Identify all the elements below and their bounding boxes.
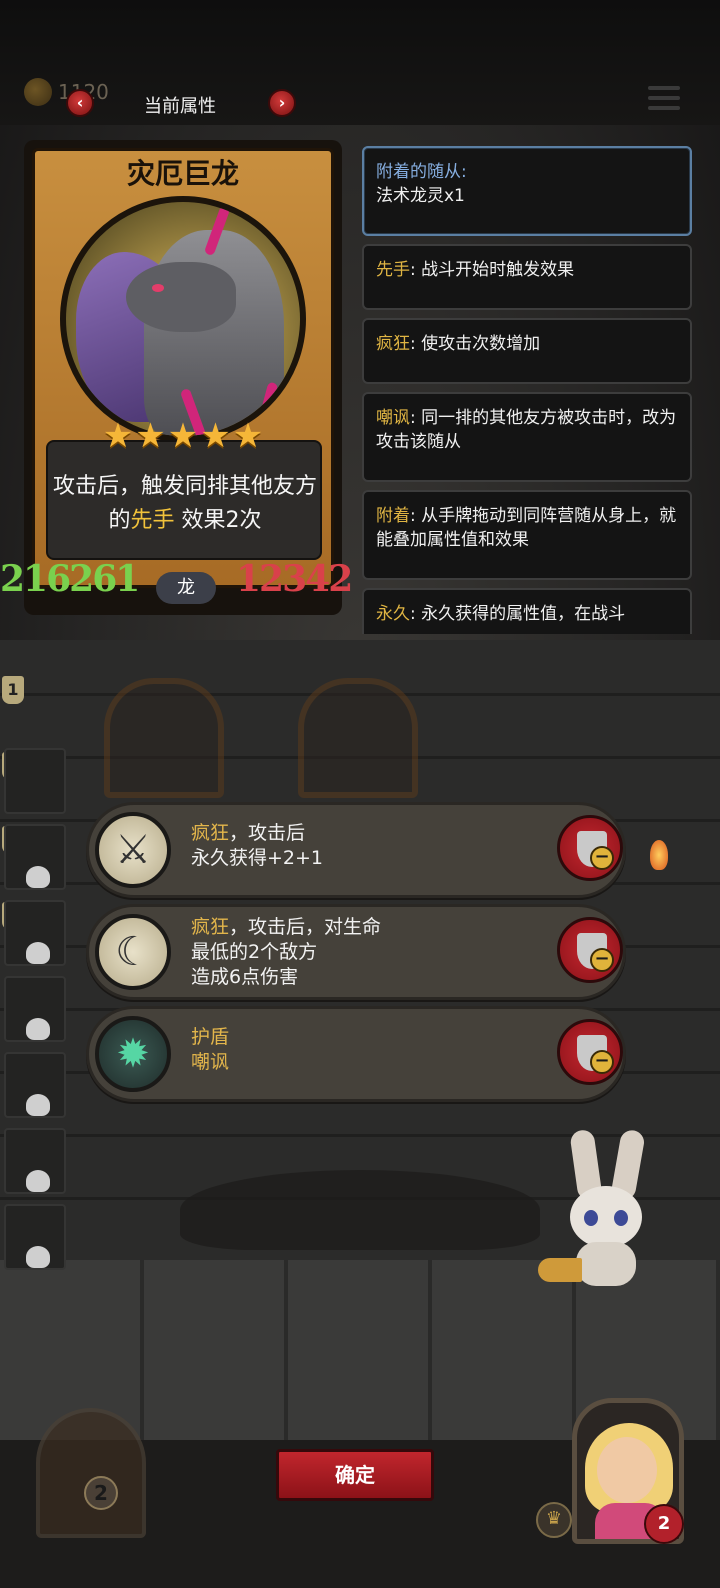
- keyword-text: : 使攻击次数增加: [410, 334, 541, 354]
- health-value: 12342: [236, 558, 353, 600]
- bunny-body: [576, 1242, 636, 1286]
- effect-keyword: 疯狂: [191, 916, 230, 938]
- next-arrow-button[interactable]: ›: [268, 89, 296, 117]
- keyword-attached-minion: 附着的随从: 法术龙灵x1: [362, 146, 692, 236]
- star-icon: ★: [200, 416, 231, 456]
- keyword-title: 疯狂: [376, 334, 410, 354]
- crown-icon[interactable]: ♛: [536, 1502, 572, 1538]
- keyword-title: 附着的随从:: [376, 162, 467, 182]
- bat-emblem: [180, 1170, 540, 1250]
- keyword-attach: 附着: 从手牌拖动到同阵营随从身上，就能叠加属性值和效果: [362, 490, 692, 580]
- skull-icon: [26, 942, 50, 964]
- shield-creature-icon: ✹: [95, 1016, 171, 1092]
- minus-icon: −: [590, 1050, 614, 1074]
- desc-suffix: 效果2次: [181, 508, 262, 533]
- effect-line1: ，攻击后: [229, 822, 306, 844]
- page-title: 当前属性: [144, 96, 216, 117]
- effect-line2: 嘲讽: [191, 1051, 230, 1073]
- top-bar: [0, 0, 720, 125]
- minion-type-label: 龙: [156, 572, 216, 604]
- keyword-text: : 同一排的其他友方被攻击时，改为攻击该随从: [376, 408, 677, 452]
- star-rating: ★★★★★: [74, 416, 292, 456]
- effect-line2: 永久获得+2+1: [191, 847, 324, 869]
- side-minion-slot[interactable]: [4, 1204, 66, 1270]
- skull-icon: [26, 866, 50, 888]
- dragon-eye: [152, 284, 164, 292]
- effect-line3: 造成6点伤害: [191, 966, 299, 988]
- effect-keyword: 疯狂: [191, 822, 230, 844]
- skull-icon: [26, 1170, 50, 1192]
- remove-effect-button[interactable]: −: [557, 815, 623, 881]
- hero-heart-badge: 2: [644, 1504, 684, 1544]
- keyword-list[interactable]: 附着的随从: 法术龙灵x1 先手: 战斗开始时触发效果 疯狂: 使攻击次数增加 …: [362, 146, 692, 634]
- keyword-text: 法术龙灵x1: [376, 186, 465, 206]
- effect-row: ⚔ 疯狂，攻击后 永久获得+2+1 −: [86, 802, 626, 898]
- bunny-eye: [614, 1210, 628, 1226]
- board-minion-slot[interactable]: [298, 678, 418, 798]
- bunny-head: [570, 1186, 642, 1248]
- trumpet-icon: [538, 1258, 582, 1282]
- effect-text: 疯狂，攻击后，对生命 最低的2个敌方 造成6点伤害: [191, 915, 381, 990]
- star-icon: ★: [232, 416, 264, 456]
- keyword-title: 附着: [376, 506, 410, 526]
- keyword-title: 永久: [376, 604, 410, 624]
- dragon-portrait: [60, 196, 306, 442]
- effect-row: ✹ 护盾 嘲讽 −: [86, 1006, 626, 1102]
- side-minion-slot[interactable]: [4, 1052, 66, 1118]
- gold-coin-icon: [24, 78, 52, 106]
- row-badge: 1: [2, 676, 24, 704]
- hero-face: [597, 1437, 657, 1503]
- attack-value: 216261: [0, 558, 140, 600]
- effect-text: 护盾 嘲讽: [191, 1025, 229, 1075]
- skull-icon: [26, 1018, 50, 1040]
- card-name: 灾厄巨龙: [126, 157, 239, 190]
- effect-line1: ，攻击后，对生命: [229, 916, 382, 938]
- keyword-permanent: 永久: 永久获得的属性值，在战斗: [362, 588, 692, 634]
- keyword-text: : 战斗开始时触发效果: [410, 260, 575, 280]
- keyword-title: 嘲讽: [376, 408, 410, 428]
- bunny-eye: [584, 1210, 598, 1226]
- scythe-icon: ☾: [95, 914, 171, 990]
- menu-icon[interactable]: [648, 86, 680, 112]
- prev-arrow-button[interactable]: ‹: [66, 89, 94, 117]
- keyword-text: : 从手牌拖动到同阵营随从身上，就能叠加属性值和效果: [376, 506, 677, 550]
- side-minion-slot[interactable]: [4, 900, 66, 966]
- minion-card: 灾厄巨龙 ★★★★★ 攻击后，触发同排其他友方的先手 效果2次 龙: [24, 140, 342, 615]
- keyword-frenzy: 疯狂: 使攻击次数增加: [362, 318, 692, 384]
- side-minion-slot[interactable]: [4, 824, 66, 890]
- star-icon: ★: [102, 416, 134, 456]
- side-minion-slot[interactable]: [4, 976, 66, 1042]
- gate-count-badge: 2: [84, 1476, 118, 1510]
- torch-flame-icon: [650, 840, 668, 870]
- dragon-head: [126, 262, 236, 332]
- effect-text: 疯狂，攻击后 永久获得+2+1: [191, 821, 323, 871]
- minus-icon: −: [590, 948, 614, 972]
- dungeon-gate[interactable]: [36, 1408, 146, 1538]
- skull-icon: [26, 1246, 50, 1268]
- effect-row: ☾ 疯狂，攻击后，对生命 最低的2个敌方 造成6点伤害 −: [86, 904, 626, 1000]
- skull-icon: [26, 1094, 50, 1116]
- effect-keyword: 护盾: [191, 1026, 230, 1048]
- keyword-taunt: 嘲讽: 同一排的其他友方被攻击时，改为攻击该随从: [362, 392, 692, 482]
- board-minion-slot[interactable]: [104, 678, 224, 798]
- keyword-text: : 永久获得的属性值，在战斗: [410, 604, 626, 624]
- star-icon: ★: [135, 416, 166, 456]
- remove-effect-button[interactable]: −: [557, 917, 623, 983]
- side-minion-slot[interactable]: [4, 748, 66, 814]
- card-description: 攻击后，触发同排其他友方的先手 效果2次: [50, 470, 320, 538]
- keyword-title: 先手: [376, 260, 410, 280]
- remove-effect-button[interactable]: −: [557, 1019, 623, 1085]
- desc-keyword: 先手: [130, 508, 175, 533]
- minus-icon: −: [590, 846, 614, 870]
- side-minion-slot[interactable]: [4, 1128, 66, 1194]
- star-icon: ★: [167, 416, 199, 456]
- crossed-swords-icon: ⚔: [95, 812, 171, 888]
- effect-line2: 最低的2个敌方: [191, 941, 318, 963]
- confirm-button[interactable]: 确定: [276, 1449, 434, 1501]
- keyword-first-strike: 先手: 战斗开始时触发效果: [362, 244, 692, 310]
